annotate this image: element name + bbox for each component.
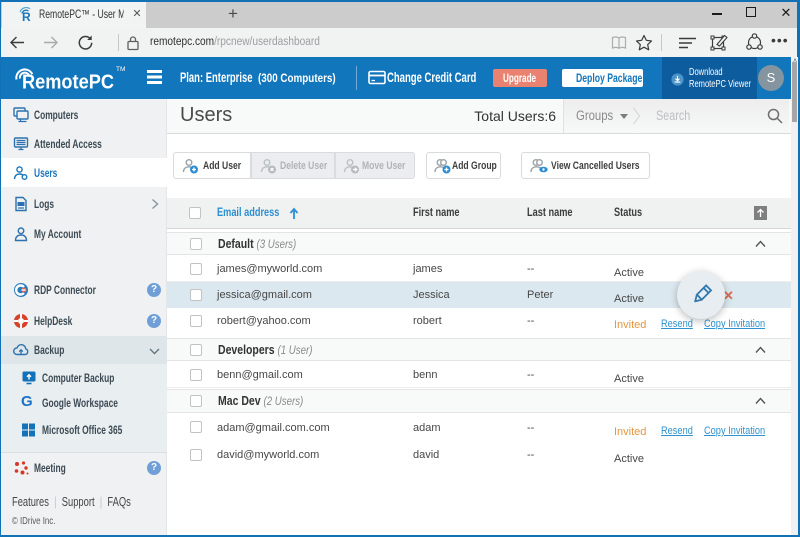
- svg-text:RemotePC: RemotePC: [22, 71, 114, 94]
- svg-text:TM: TM: [116, 66, 125, 73]
